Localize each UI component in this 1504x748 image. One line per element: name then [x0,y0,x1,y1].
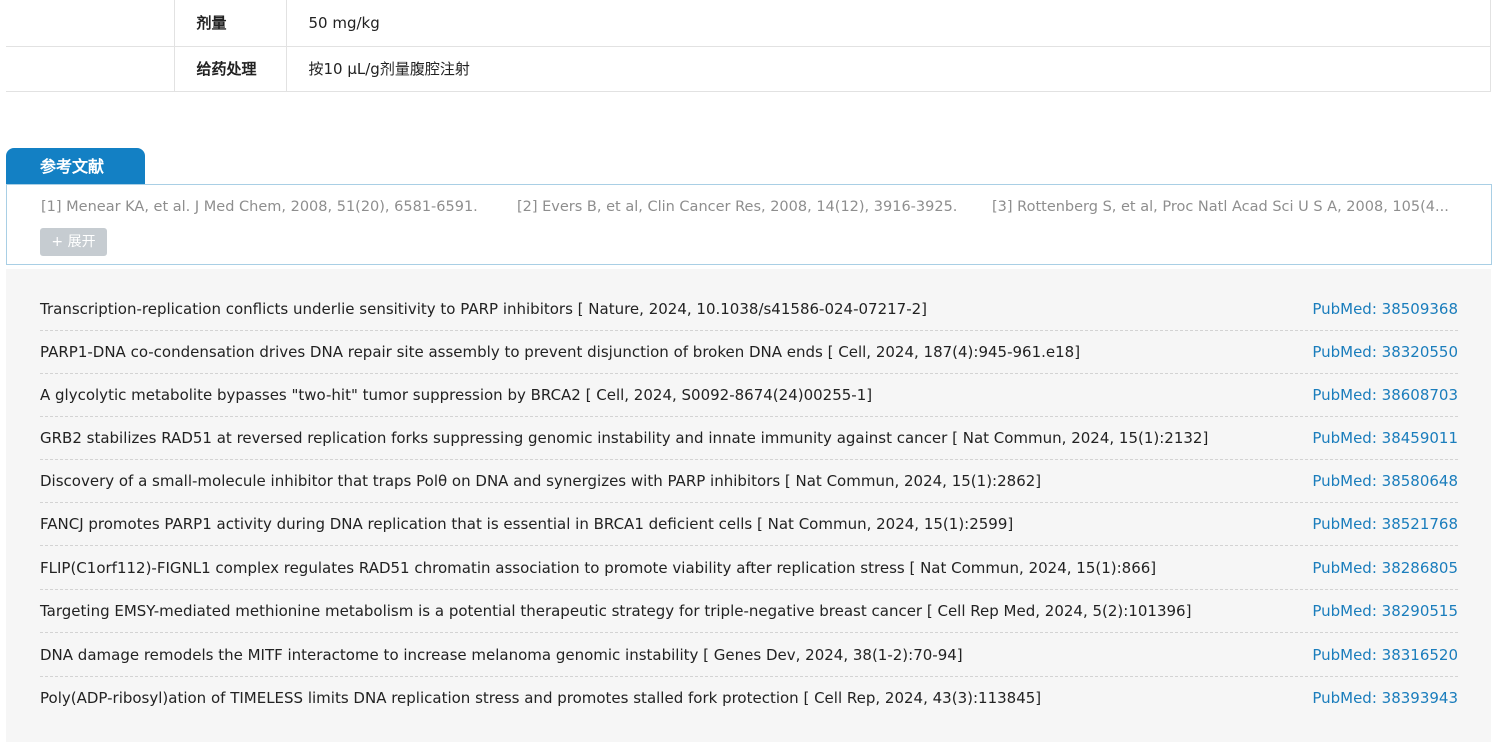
pubmed-link[interactable]: PubMed: 38521768 [1312,503,1458,546]
dosing-row: 剂量 50 mg/kg [6,0,1491,47]
publication-row: Transcription-replication conflicts unde… [40,288,1458,331]
expand-button[interactable]: + 展开 [40,228,107,256]
publication-row: A glycolytic metabolite bypasses "two-hi… [40,374,1458,417]
reference-item: [2] Evers B, et al, Clin Cancer Res, 200… [517,199,958,215]
row-spacer [6,46,175,92]
pubmed-link[interactable]: PubMed: 38393943 [1312,677,1458,720]
publication-row: GRB2 stabilizes RAD51 at reversed replic… [40,417,1458,460]
publication-row: PARP1-DNA co-condensation drives DNA rep… [40,331,1458,374]
reference-item: [3] Rottenberg S, et al, Proc Natl Acad … [992,199,1449,215]
dose-value: 50 mg/kg [286,0,1491,47]
publication-row: FLIP(C1orf112)-FIGNL1 complex regulates … [40,547,1458,590]
pubmed-link[interactable]: PubMed: 38608703 [1312,374,1458,417]
pubmed-link[interactable]: PubMed: 38320550 [1312,331,1458,374]
publication-row: Discovery of a small-molecule inhibitor … [40,460,1458,503]
pubmed-link[interactable]: PubMed: 38286805 [1312,547,1458,590]
publication-row: Poly(ADP-ribosyl)ation of TIMELESS limit… [40,677,1458,720]
dose-label: 剂量 [174,0,287,47]
publication-title: Transcription-replication conflicts unde… [40,300,928,318]
reference-list: [1] Menear KA, et al. J Med Chem, 2008, … [41,199,1461,215]
publication-title: Discovery of a small-molecule inhibitor … [40,472,1042,490]
dosing-row: 给药处理 按10 μL/g剂量腹腔注射 [6,46,1491,92]
publication-title: GRB2 stabilizes RAD51 at reversed replic… [40,429,1209,447]
publication-title: Targeting EMSY-mediated methionine metab… [40,602,1192,620]
publication-title: Poly(ADP-ribosyl)ation of TIMELESS limit… [40,689,1042,707]
reference-item: [1] Menear KA, et al. J Med Chem, 2008, … [41,199,478,215]
pubmed-link[interactable]: PubMed: 38580648 [1312,460,1458,503]
administration-value: 按10 μL/g剂量腹腔注射 [286,46,1491,92]
dosing-table: 剂量 50 mg/kg 给药处理 按10 μL/g剂量腹腔注射 [6,0,1491,92]
row-spacer [6,0,175,47]
publication-title: A glycolytic metabolite bypasses "two-hi… [40,386,873,404]
administration-label: 给药处理 [174,46,287,92]
pubmed-link[interactable]: PubMed: 38290515 [1312,590,1458,633]
publication-title: PARP1-DNA co-condensation drives DNA rep… [40,343,1081,361]
pubmed-link[interactable]: PubMed: 38316520 [1312,634,1458,677]
publication-title: FLIP(C1orf112)-FIGNL1 complex regulates … [40,559,1157,577]
publication-row: DNA damage remodels the MITF interactome… [40,634,1458,677]
pubmed-link[interactable]: PubMed: 38459011 [1312,417,1458,460]
publication-title: DNA damage remodels the MITF interactome… [40,646,963,664]
pubmed-link[interactable]: PubMed: 38509368 [1312,288,1458,331]
references-tab[interactable]: 参考文献 [6,148,145,185]
publication-title: FANCJ promotes PARP1 activity during DNA… [40,515,1014,533]
references-box: [1] Menear KA, et al. J Med Chem, 2008, … [6,184,1492,265]
publications-panel: Transcription-replication conflicts unde… [6,269,1491,742]
publication-row: FANCJ promotes PARP1 activity during DNA… [40,503,1458,546]
publication-row: Targeting EMSY-mediated methionine metab… [40,590,1458,633]
